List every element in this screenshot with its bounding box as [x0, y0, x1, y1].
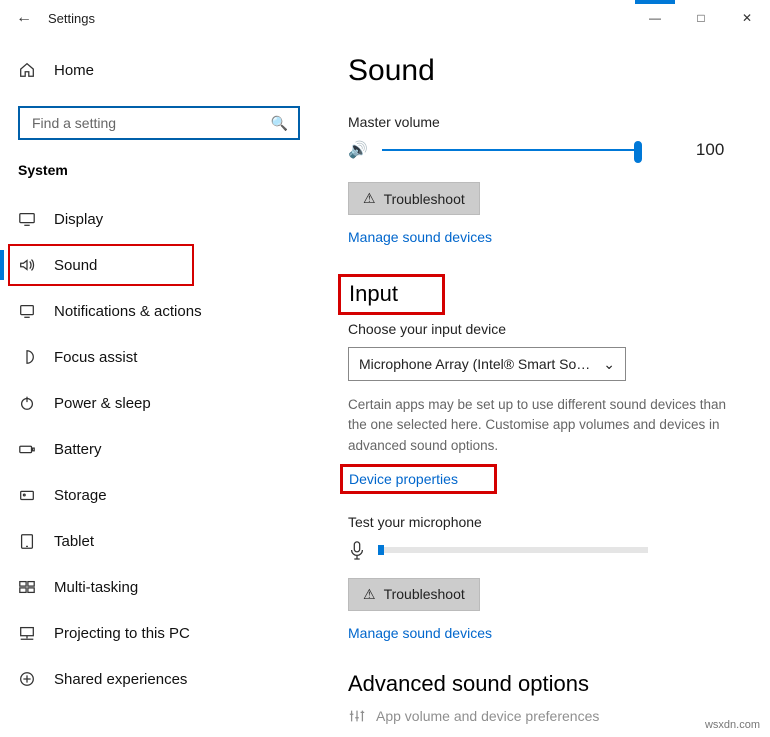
home-icon	[18, 61, 36, 79]
close-button[interactable]: ✕	[724, 0, 770, 36]
home-nav[interactable]: Home	[18, 48, 300, 92]
sidebar-item-projecting[interactable]: Projecting to this PC	[0, 610, 318, 656]
window-title: Settings	[48, 11, 95, 26]
input-device-value: Microphone Array (Intel® Smart So…	[359, 356, 590, 372]
power-icon	[18, 394, 36, 412]
mic-level-bar	[378, 547, 648, 553]
main-panel: Sound Master volume 🔊 100 ⚠ Troubleshoot…	[318, 36, 770, 737]
back-button[interactable]: ←	[16, 9, 48, 27]
sidebar-item-label: Notifications & actions	[54, 303, 202, 320]
page-title: Sound	[348, 54, 746, 88]
troubleshoot-mic-button[interactable]: ⚠ Troubleshoot	[348, 578, 480, 611]
sound-icon	[18, 256, 36, 274]
warning-icon: ⚠	[363, 190, 376, 207]
section-label: System	[18, 162, 300, 178]
test-mic-label: Test your microphone	[348, 514, 746, 530]
storage-icon	[18, 486, 36, 504]
search-box[interactable]: 🔍	[18, 106, 300, 140]
sidebar-item-label: Tablet	[54, 533, 94, 550]
sidebar-item-label: Storage	[54, 487, 107, 504]
app-volume-label: App volume and device preferences	[376, 708, 599, 724]
warning-icon: ⚠	[363, 586, 376, 603]
input-device-combo[interactable]: Microphone Array (Intel® Smart So… ⌄	[348, 347, 626, 381]
manage-sound-link[interactable]: Manage sound devices	[348, 229, 492, 245]
sidebar-item-notifications[interactable]: Notifications & actions	[0, 288, 318, 334]
focus-icon	[18, 348, 36, 366]
sidebar-item-sound[interactable]: Sound	[0, 242, 318, 288]
battery-icon	[18, 440, 36, 458]
troubleshoot-button[interactable]: ⚠ Troubleshoot	[348, 182, 480, 215]
sidebar-item-label: Shared experiences	[54, 671, 187, 688]
sidebar-item-display[interactable]: Display	[0, 196, 318, 242]
sidebar-item-label: Battery	[54, 441, 102, 458]
volume-value: 100	[696, 140, 724, 160]
sidebar-item-storage[interactable]: Storage	[0, 472, 318, 518]
sidebar-nav: Display Sound Notifications & actions Fo…	[0, 196, 318, 702]
accent-strip	[635, 0, 675, 4]
manage-sound-link-2[interactable]: Manage sound devices	[348, 625, 492, 641]
speaker-icon: 🔊	[348, 140, 368, 160]
sidebar-item-label: Focus assist	[54, 349, 137, 366]
sidebar-item-label: Power & sleep	[54, 395, 151, 412]
minimize-button[interactable]: —	[632, 0, 678, 36]
search-icon: 🔍	[271, 115, 288, 132]
shared-icon	[18, 670, 36, 688]
sidebar-item-battery[interactable]: Battery	[0, 426, 318, 472]
sidebar: Home 🔍 System Display Sound Notification…	[0, 36, 318, 737]
projecting-icon	[18, 624, 36, 642]
sliders-icon	[348, 707, 366, 725]
titlebar: ← Settings — □ ✕	[0, 0, 770, 36]
choose-input-label: Choose your input device	[348, 321, 746, 337]
display-icon	[18, 210, 36, 228]
sidebar-item-label: Display	[54, 211, 103, 228]
watermark: wsxdn.com	[705, 719, 760, 731]
chevron-down-icon: ⌄	[603, 356, 615, 373]
sidebar-item-shared-experiences[interactable]: Shared experiences	[0, 656, 318, 702]
search-input[interactable]	[30, 114, 271, 132]
sidebar-item-power-sleep[interactable]: Power & sleep	[0, 380, 318, 426]
sidebar-item-label: Projecting to this PC	[54, 625, 190, 642]
sidebar-item-multitasking[interactable]: Multi-tasking	[0, 564, 318, 610]
notifications-icon	[18, 302, 36, 320]
multitasking-icon	[18, 578, 36, 596]
troubleshoot-label: Troubleshoot	[384, 191, 465, 207]
app-volume-item[interactable]: App volume and device preferences	[348, 707, 746, 725]
troubleshoot-label: Troubleshoot	[384, 586, 465, 602]
device-properties-link[interactable]: Device properties	[349, 471, 458, 487]
input-heading: Input	[348, 281, 445, 307]
volume-slider[interactable]	[382, 140, 642, 160]
microphone-icon	[348, 540, 366, 560]
master-volume-label: Master volume	[348, 114, 746, 130]
sidebar-item-label: Multi-tasking	[54, 579, 138, 596]
tablet-icon	[18, 532, 36, 550]
sidebar-item-focus-assist[interactable]: Focus assist	[0, 334, 318, 380]
advanced-heading: Advanced sound options	[348, 671, 746, 697]
input-note: Certain apps may be set up to use differ…	[348, 395, 746, 456]
sidebar-item-tablet[interactable]: Tablet	[0, 518, 318, 564]
maximize-button[interactable]: □	[678, 0, 724, 36]
sidebar-item-label: Sound	[54, 257, 97, 274]
home-label: Home	[54, 62, 94, 79]
